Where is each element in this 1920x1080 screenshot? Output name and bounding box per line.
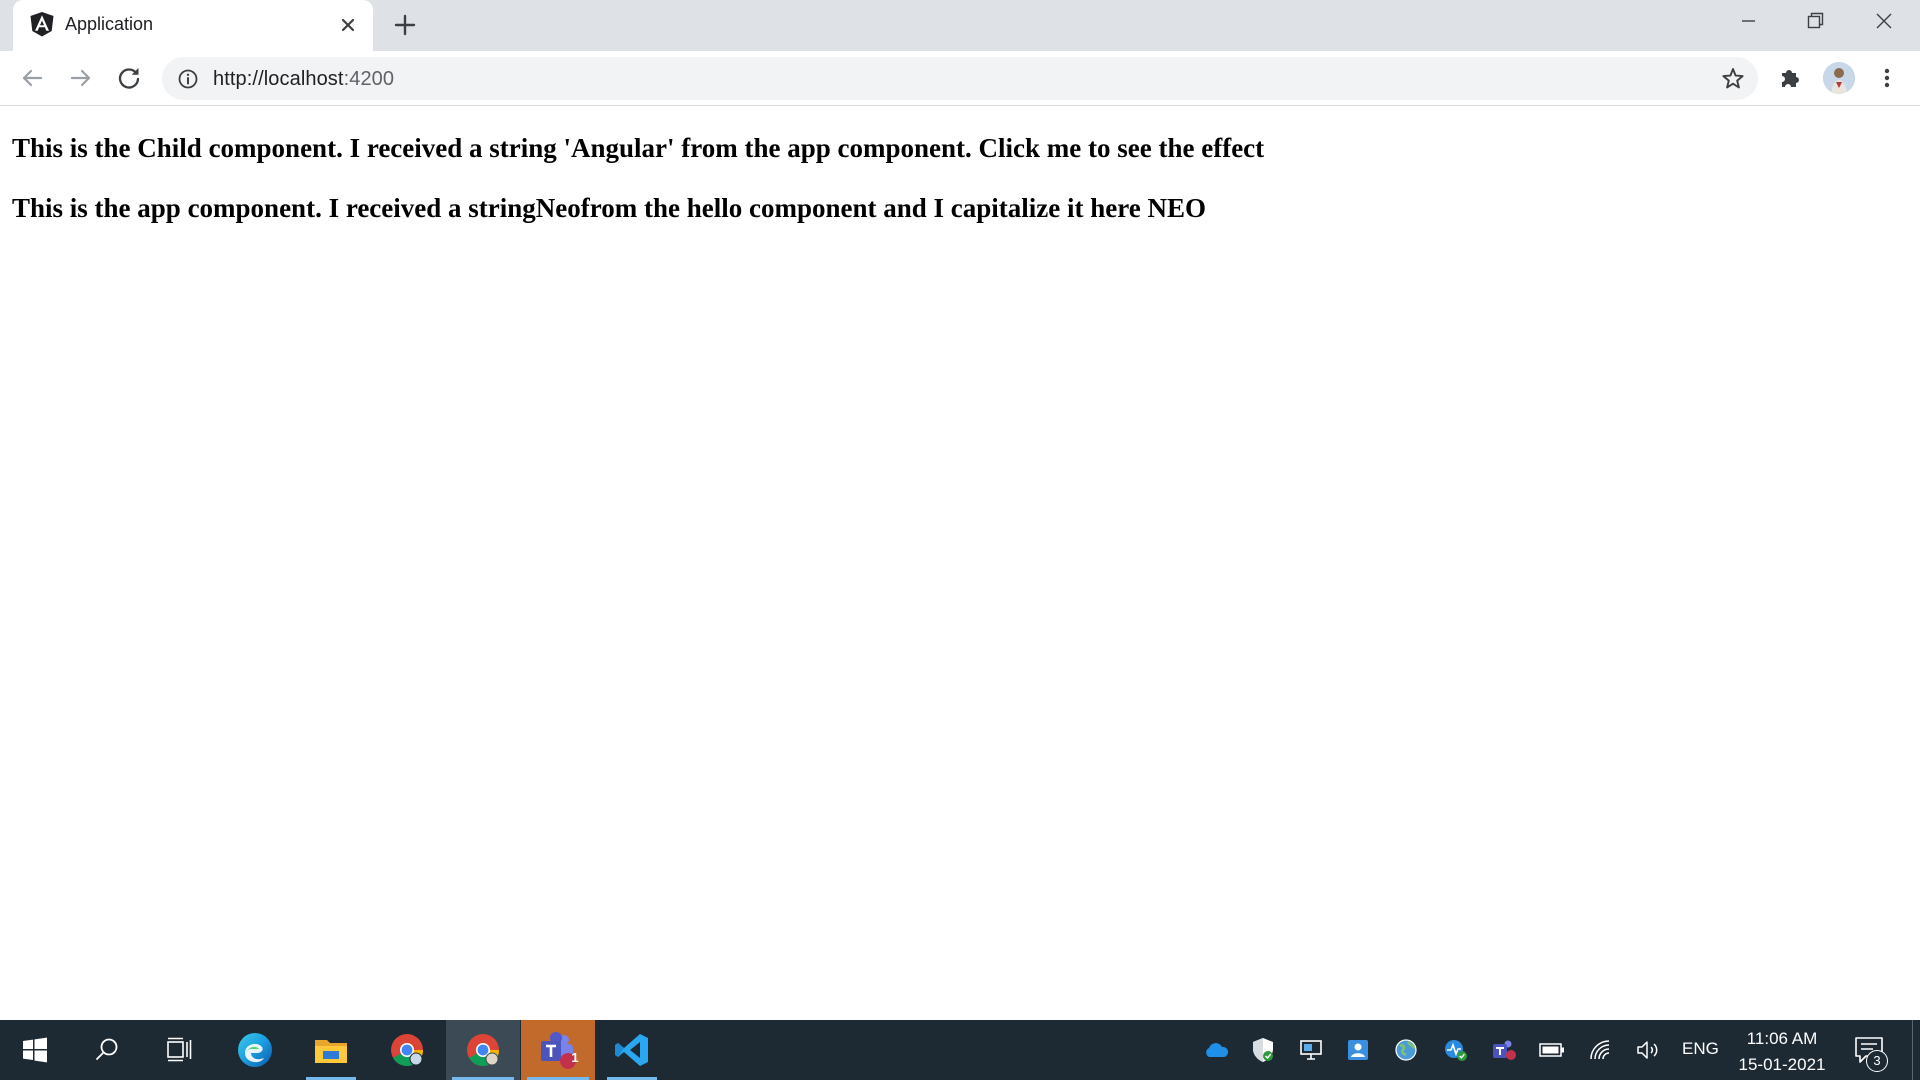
volume-tray[interactable] — [1634, 1036, 1662, 1064]
kebab-menu-icon[interactable] — [1873, 64, 1901, 92]
new-tab-icon[interactable] — [392, 12, 418, 38]
search-icon — [96, 1038, 118, 1060]
url-text[interactable]: http://localhost:4200 — [213, 68, 394, 91]
tab-strip: Application — [0, 0, 1920, 51]
extensions-puzzle-icon[interactable] — [1776, 64, 1804, 92]
language-indicator[interactable]: ENG — [1682, 1039, 1719, 1059]
reload-icon[interactable] — [112, 61, 146, 95]
browser-toolbar: http://localhost:4200 — [0, 51, 1920, 106]
chrome-profile-taskbar-button[interactable] — [446, 1020, 520, 1080]
onedrive-icon — [1206, 1043, 1229, 1057]
app-component-text: This is the app component. I received a … — [12, 193, 1206, 223]
monitor-icon — [1300, 1040, 1322, 1060]
child-component-text[interactable]: This is the Child component. I received … — [12, 133, 1264, 164]
teams-small-icon — [1493, 1040, 1516, 1060]
sync-tray[interactable] — [1441, 1036, 1469, 1064]
start-button[interactable] — [4, 1020, 66, 1080]
vscode-taskbar-button[interactable] — [601, 1020, 663, 1080]
forward-arrow-icon[interactable] — [64, 61, 98, 95]
wifi-tray[interactable] — [1587, 1036, 1615, 1064]
notification-count-badge: 3 — [1866, 1050, 1888, 1072]
file-explorer-taskbar-button[interactable] — [300, 1020, 362, 1080]
info-icon[interactable] — [177, 68, 199, 90]
start-icon — [23, 1037, 47, 1063]
task-view-icon — [167, 1037, 192, 1062]
wifi-icon — [1590, 1040, 1610, 1060]
bookmark-star-icon[interactable] — [1720, 66, 1746, 92]
security-tray[interactable] — [1249, 1036, 1277, 1064]
angular-logo-icon — [30, 12, 54, 37]
page-content: This is the Child component. I received … — [0, 107, 1920, 1020]
chrome-icon — [391, 1034, 424, 1067]
network-globe-tray[interactable] — [1392, 1036, 1420, 1064]
shield-icon — [1253, 1038, 1273, 1062]
teams-tray[interactable] — [1490, 1036, 1518, 1064]
onedrive-tray[interactable] — [1202, 1036, 1230, 1064]
show-desktop-button[interactable] — [1912, 1020, 1913, 1080]
chrome-profile-icon — [467, 1034, 500, 1067]
clock[interactable]: 11:06 AM 15-01-2021 — [1733, 1026, 1831, 1078]
url-host: http://localhost — [213, 68, 344, 90]
close-tab-icon[interactable] — [337, 14, 359, 36]
teams-badge: 1 — [571, 1050, 579, 1065]
profile-avatar-icon — [1823, 62, 1855, 94]
profile-avatar[interactable] — [1823, 62, 1855, 94]
url-port: :4200 — [343, 68, 395, 90]
edge-icon — [238, 1033, 272, 1067]
user-box-icon — [1348, 1040, 1368, 1060]
task-view-button[interactable] — [148, 1020, 210, 1080]
display-tray[interactable] — [1297, 1036, 1325, 1064]
activity-icon — [1445, 1040, 1467, 1061]
battery-icon — [1539, 1043, 1564, 1057]
vscode-icon — [615, 1034, 648, 1066]
tab-title: Application — [65, 14, 154, 34]
file-explorer-icon — [315, 1040, 347, 1063]
search-button[interactable] — [76, 1020, 138, 1080]
chrome-taskbar-button[interactable] — [376, 1020, 438, 1080]
minimize-icon[interactable] — [1714, 0, 1782, 44]
battery-tray[interactable] — [1538, 1036, 1566, 1064]
address-bar[interactable]: http://localhost:4200 — [162, 57, 1758, 100]
restore-icon[interactable] — [1782, 0, 1850, 44]
clock-date: 15-01-2021 — [1738, 1055, 1826, 1074]
globe-icon — [1395, 1039, 1417, 1061]
edge-taskbar-button[interactable] — [224, 1020, 286, 1080]
back-arrow-icon[interactable] — [15, 61, 49, 95]
clock-time: 11:06 AM — [1746, 1029, 1818, 1048]
windows-taskbar: 1 ENG 11:06 AM 15-01-2021 3 — [0, 1020, 1920, 1080]
teams-taskbar-button[interactable]: 1 — [521, 1020, 595, 1080]
speaker-icon — [1637, 1041, 1658, 1059]
close-window-icon[interactable] — [1850, 0, 1918, 44]
app-tray-1[interactable] — [1344, 1036, 1372, 1064]
browser-tab[interactable]: Application — [13, 0, 373, 51]
